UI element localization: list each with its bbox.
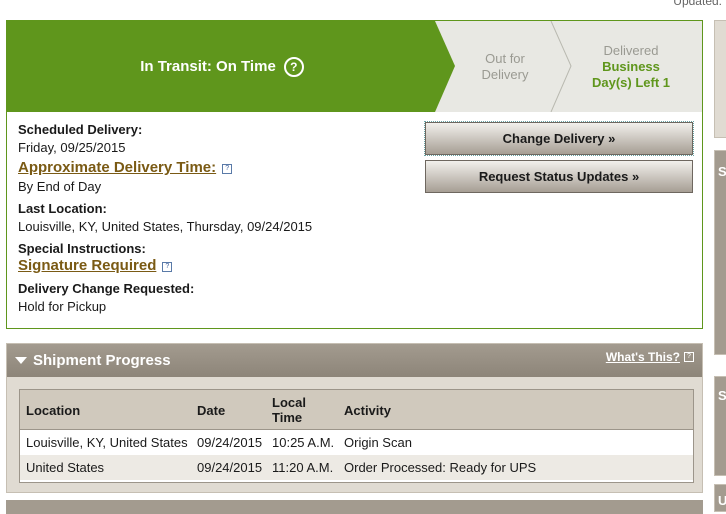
column-header-time: Time <box>272 410 303 425</box>
change-delivery-button[interactable]: Change Delivery » <box>424 121 694 156</box>
table-row: Louisville, KY, United States 09/24/2015… <box>20 430 693 456</box>
approximate-delivery-time-value: By End of Day <box>18 179 102 194</box>
current-stage: In Transit: On Time ? <box>7 21 437 112</box>
signature-required-link[interactable]: Signature Required <box>18 257 156 274</box>
cell-date: 09/24/2015 <box>197 460 263 475</box>
stage-label: Out for <box>485 50 525 66</box>
collapse-triangle-icon[interactable] <box>15 357 27 364</box>
approximate-delivery-time-link[interactable]: Approximate Delivery Time: <box>18 159 216 176</box>
help-circle-icon[interactable]: ? <box>283 56 304 77</box>
days-left-value: Day(s) Left 1 <box>591 74 671 90</box>
updated-label: Updated: <box>673 0 722 8</box>
table-row: United States 09/24/2015 11:20 A.M. Orde… <box>20 455 693 480</box>
column-header-date: Date <box>197 403 226 418</box>
special-instructions-label: Special Instructions: <box>18 241 146 256</box>
shipment-progress-table: Location Date Local Time Activity Louisv… <box>19 389 694 483</box>
scheduled-delivery-value: Friday, 09/25/2015 <box>18 140 126 155</box>
cell-location: Louisville, KY, United States <box>26 435 188 450</box>
side-panel-edge <box>714 150 726 355</box>
status-progress-bar: In Transit: On Time ? Out for Delivery D… <box>7 21 702 112</box>
help-icon[interactable]: ? <box>162 261 173 272</box>
scheduled-delivery-label: Scheduled Delivery: <box>18 122 143 137</box>
side-panel-edge <box>714 20 726 138</box>
last-location-value: Louisville, KY, United States, Thursday,… <box>18 219 313 234</box>
days-left-label: Business <box>602 58 660 74</box>
help-icon[interactable]: ? <box>684 352 694 362</box>
stage-out-for-delivery: Out for Delivery <box>457 21 553 112</box>
whats-this-link[interactable]: What's This? <box>606 350 680 364</box>
delivery-change-label: Delivery Change Requested: <box>18 281 195 296</box>
help-icon[interactable]: ? <box>222 163 233 174</box>
column-header-local: Local <box>272 395 306 410</box>
column-header-location: Location <box>26 403 81 418</box>
column-header-activity: Activity <box>344 403 391 418</box>
cell-time: 11:20 A.M. <box>272 460 334 475</box>
last-location-label: Last Location: <box>18 201 107 216</box>
shipment-progress-title: Shipment Progress <box>33 352 171 369</box>
stage-label: Delivery <box>481 66 529 82</box>
cell-activity: Order Processed: Ready for UPS <box>344 460 537 475</box>
shipment-progress-header[interactable]: Shipment Progress What's This? ? <box>7 344 702 377</box>
shipment-status-card: In Transit: On Time ? Out for Delivery D… <box>6 20 703 329</box>
shipment-progress-panel: Shipment Progress What's This? ? Locatio… <box>6 343 703 493</box>
delivery-details: Scheduled Delivery: Friday, 09/25/2015 A… <box>18 122 312 314</box>
table-header: Location Date Local Time Activity <box>20 390 693 430</box>
stage-delivered: Delivered Business Day(s) Left 1 <box>573 21 689 112</box>
stage-label: Delivered <box>603 42 659 58</box>
cell-location: United States <box>26 460 105 475</box>
current-stage-label: In Transit: On Time <box>140 58 276 75</box>
side-panel-letter: S <box>718 388 726 403</box>
cell-activity: Origin Scan <box>344 435 412 450</box>
cell-time: 10:25 A.M. <box>272 435 335 450</box>
side-panel-letter: U <box>718 493 726 508</box>
delivery-change-value: Hold for Pickup <box>18 299 107 314</box>
request-status-updates-button[interactable]: Request Status Updates » <box>425 160 693 193</box>
cell-date: 09/24/2015 <box>197 435 263 450</box>
side-panel-letter: S <box>718 164 726 179</box>
